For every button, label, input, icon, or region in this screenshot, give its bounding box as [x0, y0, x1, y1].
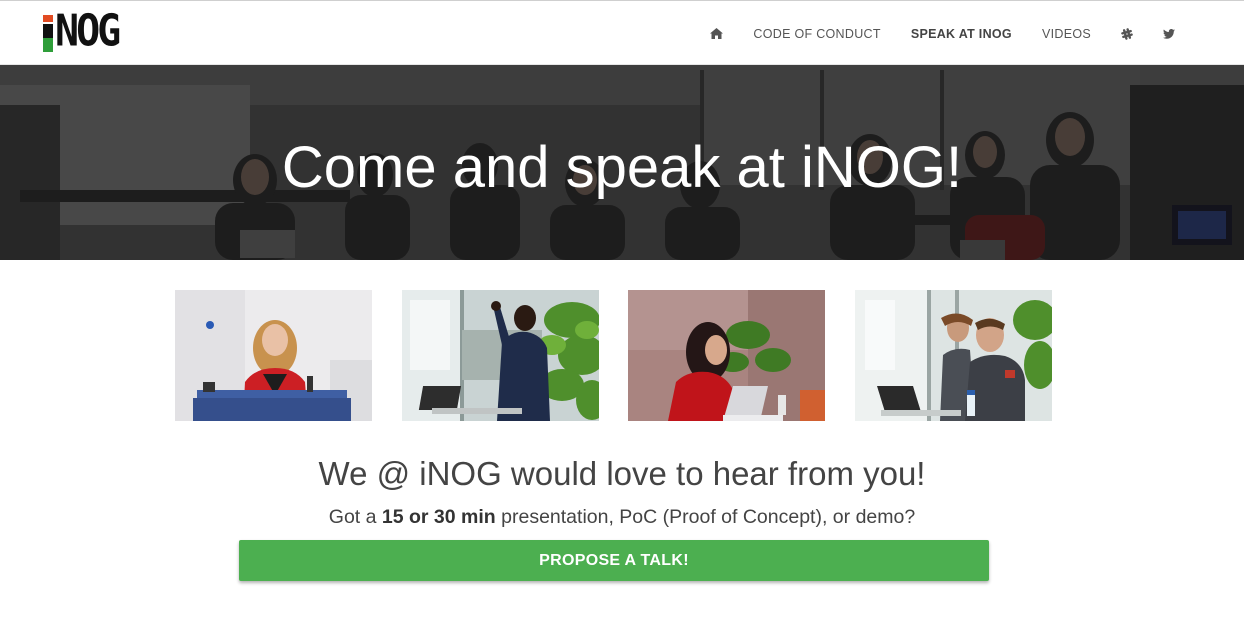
logo-letters: NOG [55, 6, 121, 57]
nav-code-of-conduct[interactable]: CODE OF CONDUCT [738, 27, 895, 41]
inog-logo[interactable]: NOG [43, 6, 121, 57]
nav-speak-at-inog[interactable]: SPEAK AT INOG [896, 27, 1027, 41]
nav-slack[interactable] [1106, 27, 1148, 40]
nav-twitter[interactable] [1148, 28, 1190, 39]
cta-subtext-suffix: presentation, PoC (Proof of Concept), or… [495, 506, 916, 528]
speaker-gallery [175, 290, 1052, 421]
cta-subtext: Got a 15 or 30 min presentation, PoC (Pr… [0, 503, 1244, 531]
propose-talk-button[interactable]: PROPOSE A TALK! [239, 540, 989, 581]
logo-i-mark [43, 15, 53, 52]
top-navbar: NOG CODE OF CONDUCT SPEAK AT INOG VIDEOS [0, 0, 1244, 65]
slack-icon [1121, 27, 1133, 40]
hero-banner: Come and speak at iNOG! [0, 65, 1244, 260]
twitter-icon [1163, 28, 1175, 39]
speaker-at-podium-photo [175, 290, 372, 421]
cta-subtext-duration: 15 or 30 min [381, 506, 496, 528]
main-nav: CODE OF CONDUCT SPEAK AT INOG VIDEOS [695, 1, 1190, 66]
nav-home[interactable] [695, 28, 738, 39]
cta-heading: We @ iNOG would love to hear from you! [318, 455, 926, 492]
speaker-with-laptop-photo [628, 290, 825, 421]
cta-subtext-prefix: Got a [328, 506, 382, 528]
hero-title: Come and speak at iNOG! [281, 135, 963, 200]
two-presenters-photo [855, 290, 1052, 421]
home-icon [710, 28, 724, 39]
speaker-gesturing-photo [402, 290, 599, 421]
nav-videos[interactable]: VIDEOS [1027, 27, 1106, 41]
